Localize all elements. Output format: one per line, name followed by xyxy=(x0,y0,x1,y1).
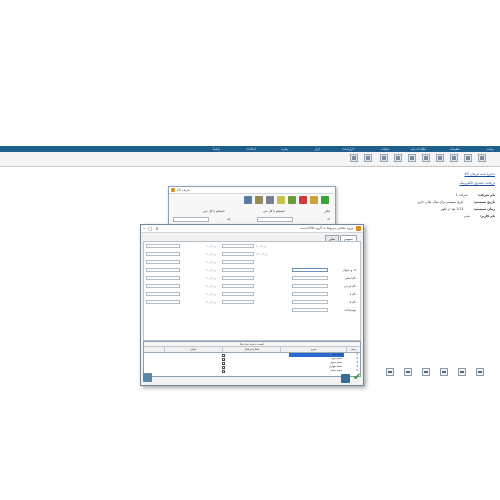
report-icon[interactable] xyxy=(255,196,263,204)
form-area: کد و عنوان نام اصلی نام فرعی نام 1 نام 2… xyxy=(143,241,361,341)
toolbar-button-10[interactable] xyxy=(478,154,486,162)
toolbar-button-8[interactable] xyxy=(450,154,458,162)
search-fulltext-check-2[interactable]: جستجو با کل متن xyxy=(203,209,225,213)
dialog-title: ورود مقادیر مربوط به گروه کالا/خدمت xyxy=(299,226,353,230)
edit-icon[interactable] xyxy=(310,196,318,204)
left-input-6[interactable] xyxy=(146,284,180,288)
toolbar-button-4[interactable] xyxy=(394,154,402,162)
toolbar-button-2[interactable] xyxy=(364,154,372,162)
sub-name-input[interactable] xyxy=(292,284,328,288)
feature-6-input[interactable] xyxy=(222,284,254,288)
col-row-number: ردیف xyxy=(346,347,360,352)
left-input-7[interactable] xyxy=(146,292,180,296)
feature-label-6: ویژگی 6 xyxy=(206,284,217,288)
search-fulltext-check-1[interactable]: جستجو با کل متن xyxy=(263,209,285,213)
label-code-title: کد و عنوان xyxy=(342,268,356,272)
toolbar-button-6[interactable] xyxy=(422,154,430,162)
label-name-2: نام 2 xyxy=(349,300,356,304)
feature-label-9: ویژگی 9 xyxy=(256,244,267,248)
window-icon[interactable] xyxy=(440,368,448,376)
code-title-input[interactable] xyxy=(292,268,328,272)
window-icon[interactable] xyxy=(458,368,466,376)
group-values-dialog: ‒□✕ ورود مقادیر مربوط به گروه کالا/خدمت … xyxy=(140,224,364,386)
left-input-5[interactable] xyxy=(146,276,180,280)
toolbar-button-7[interactable] xyxy=(436,154,444,162)
left-input-4[interactable] xyxy=(146,268,180,272)
bottom-toolbar xyxy=(386,368,494,380)
toolbar-button-1[interactable] xyxy=(350,154,358,162)
label-name-1: نام 1 xyxy=(349,292,356,296)
name-2-input[interactable] xyxy=(292,300,328,304)
description-input[interactable] xyxy=(292,308,328,312)
refresh-icon[interactable] xyxy=(277,196,285,204)
feature-8-input[interactable] xyxy=(222,300,254,304)
feature-7-input[interactable] xyxy=(222,292,254,296)
col-description: شرح xyxy=(280,347,346,352)
feature-label-8: ویژگی 8 xyxy=(206,300,217,304)
delete-icon[interactable] xyxy=(299,196,307,204)
feature-label-4: ویژگی 4 xyxy=(206,268,217,272)
window-controls[interactable]: ‒□✕ xyxy=(143,225,162,232)
filter-label: فیلتر xyxy=(324,209,330,213)
label-main-name: نام اصلی xyxy=(344,276,356,280)
feature-label-10: ویژگی 10 xyxy=(256,252,268,256)
row-desc: دسته پنجم xyxy=(330,369,342,372)
table-row[interactable]: 5 دسته پنجم ✓ xyxy=(144,369,360,373)
feature-label-2: ویژگی 2 xyxy=(206,252,217,256)
tag-icon[interactable] xyxy=(288,196,296,204)
feature-label-3: ویژگی 3 xyxy=(206,260,217,264)
name-label: نام xyxy=(227,217,231,221)
confirm-check-icon[interactable] xyxy=(353,372,363,384)
feature-3-input[interactable] xyxy=(222,260,254,264)
help-icon[interactable] xyxy=(341,374,350,383)
item-definition-dialog: تعریف کالا فیلتر جستجو با کل متن جستجو ب… xyxy=(168,186,336,228)
active-checkbox[interactable]: ✓ xyxy=(222,369,226,373)
feature-1-input[interactable] xyxy=(222,244,254,248)
feature-4-input[interactable] xyxy=(222,268,254,272)
left-input-8[interactable] xyxy=(146,300,180,304)
left-input-2[interactable] xyxy=(146,252,180,256)
dialog-title: تعریف کالا xyxy=(177,188,190,192)
label-sub-name: نام فرعی xyxy=(344,284,356,288)
window-icon[interactable] xyxy=(422,368,430,376)
info-company: نام شرکت:شرکت 1 xyxy=(455,193,495,197)
toolbar-button-3[interactable] xyxy=(380,154,388,162)
label-description: توضیحات xyxy=(344,308,356,312)
app-icon xyxy=(171,188,175,192)
dialog-titlebar: تعریف کالا xyxy=(169,187,335,194)
name-input[interactable] xyxy=(173,217,209,222)
link-receive-mailbox[interactable]: دریافت صندوق الکترونیک xyxy=(459,181,495,185)
feature-5-input[interactable] xyxy=(222,276,254,280)
feature-2-input[interactable] xyxy=(222,252,254,256)
main-toolbar xyxy=(0,152,500,167)
calculator-icon[interactable] xyxy=(143,373,152,382)
info-system-date: تاریخ سیستم:تاریخ سیستم برای سال مالی جا… xyxy=(417,200,495,204)
window-icon[interactable] xyxy=(404,368,412,376)
categories-grid: لیست دسته بندی ها ردیف شرح فعال/غیرفعال … xyxy=(143,341,361,377)
exit-icon[interactable] xyxy=(386,368,394,376)
document-icon[interactable] xyxy=(244,196,252,204)
app-icon xyxy=(356,226,361,231)
feature-label-7: ویژگی 7 xyxy=(206,292,217,296)
code-label: کد xyxy=(326,217,330,221)
link-save-letter[interactable]: ذخیره نامه فرمان کالا xyxy=(464,172,495,176)
dialog-titlebar: ‒□✕ ورود مقادیر مربوط به گروه کالا/خدمت xyxy=(141,225,363,233)
col-title: عنوان xyxy=(164,347,222,352)
code-input[interactable] xyxy=(257,217,293,222)
main-name-input[interactable] xyxy=(292,276,328,280)
left-input-1[interactable] xyxy=(146,244,180,248)
info-user: نام کاربر:مدیر xyxy=(463,214,495,218)
col-active: فعال/غیرفعال xyxy=(222,347,280,352)
print-icon[interactable] xyxy=(266,196,274,204)
toolbar-button-9[interactable] xyxy=(464,154,472,162)
name-1-input[interactable] xyxy=(292,292,328,296)
feature-label-5: ویژگی 5 xyxy=(206,276,217,280)
toolbar-button-5[interactable] xyxy=(408,154,416,162)
info-system-time: زمان سیستم:1:21 بعد از ظهر xyxy=(440,207,495,211)
left-input-3[interactable] xyxy=(146,260,180,264)
window-icon[interactable] xyxy=(476,368,484,376)
feature-label-1: ویژگی 1 xyxy=(206,244,217,248)
add-icon[interactable] xyxy=(321,196,329,204)
